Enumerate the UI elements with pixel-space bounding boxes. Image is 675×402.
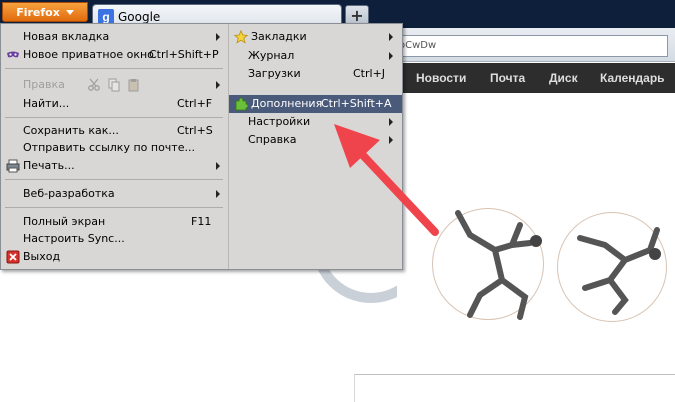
menu-item-label: Выход	[23, 250, 61, 263]
menu-item-downloads[interactable]: Загрузки Ctrl+J	[229, 65, 402, 83]
google-nav-news[interactable]: Новости	[416, 71, 466, 85]
menu-item-shortcut: Ctrl+F	[177, 97, 213, 110]
app-menu-left-column: Новая вкладка Новое приватное окно Ctrl+…	[1, 24, 227, 269]
submenu-arrow-icon	[216, 33, 220, 41]
menu-item-shortcut: Ctrl+Shift+A	[321, 97, 392, 110]
menu-item-label: Правка	[23, 78, 65, 91]
submenu-arrow-icon	[389, 33, 393, 41]
menu-item-new-tab[interactable]: Новая вкладка	[1, 28, 227, 46]
google-search-input[interactable]	[354, 374, 675, 402]
menu-item-edit: Правка	[1, 76, 227, 94]
submenu-arrow-icon	[216, 81, 220, 89]
menu-item-label: Полный экран	[23, 215, 106, 228]
menu-separator	[5, 207, 223, 208]
paste-icon	[128, 79, 139, 92]
menu-item-shortcut: Ctrl+Shift+P	[149, 48, 219, 61]
submenu-arrow-icon	[216, 190, 220, 198]
menu-item-label: Найти...	[23, 97, 70, 110]
menu-item-label: Отправить ссылку по почте...	[23, 141, 195, 154]
menu-item-exit[interactable]: Выход	[1, 248, 227, 266]
menu-item-fullscreen[interactable]: Полный экран F11	[1, 213, 227, 231]
exit-icon	[6, 250, 20, 264]
private-mask-icon	[7, 51, 19, 58]
firefox-menu-label: Firefox	[16, 5, 60, 19]
menu-item-label: Сохранить как...	[23, 124, 119, 137]
dropdown-arrow-icon	[65, 9, 74, 15]
menu-item-label: Загрузки	[248, 67, 301, 80]
puzzle-icon	[235, 97, 248, 111]
menu-item-private-window[interactable]: Новое приватное окно Ctrl+Shift+P	[1, 46, 227, 64]
menu-item-save-as[interactable]: Сохранить как... Ctrl+S	[1, 122, 227, 140]
menu-item-shortcut: Ctrl+J	[353, 67, 386, 80]
menu-item-label: Справка	[248, 133, 297, 146]
menu-item-send-link[interactable]: Отправить ссылку по почте...	[1, 139, 227, 157]
printer-icon	[6, 159, 20, 173]
doodle-figure-image[interactable]	[565, 210, 670, 322]
firefox-menu-button[interactable]: Firefox	[2, 2, 88, 22]
star-icon	[234, 30, 248, 44]
menu-item-history[interactable]: Журнал	[229, 47, 402, 65]
menu-item-label: Печать...	[23, 159, 75, 172]
menu-item-label: Настройки	[248, 115, 311, 128]
google-nav-mail[interactable]: Почта	[490, 71, 525, 85]
menu-separator	[5, 117, 223, 118]
tab-title: Google	[118, 9, 161, 24]
menu-item-setup-sync[interactable]: Настроить Sync...	[1, 230, 227, 248]
menu-item-web-developer[interactable]: Веб-разработка	[1, 185, 227, 203]
url-input[interactable]: oCwDw	[380, 35, 668, 57]
annotation-arrow	[334, 124, 439, 236]
menu-item-find[interactable]: Найти... Ctrl+F	[1, 95, 227, 113]
menu-item-label: Веб-разработка	[23, 187, 115, 200]
menu-item-label: Дополнения	[251, 97, 323, 110]
menu-separator	[5, 68, 223, 69]
menu-item-shortcut: Ctrl+S	[177, 124, 213, 137]
submenu-arrow-icon	[216, 162, 220, 170]
google-nav-calendar[interactable]: Календарь	[600, 71, 665, 85]
menu-item-label: Настроить Sync...	[23, 232, 125, 245]
menu-item-bookmarks[interactable]: Закладки	[229, 28, 402, 46]
menu-separator	[5, 179, 223, 180]
doodle-figure-image[interactable]	[440, 205, 550, 323]
menu-item-label: Журнал	[248, 49, 295, 62]
menu-item-label: Новое приватное окно	[23, 48, 154, 61]
menu-item-shortcut: F11	[191, 215, 212, 228]
google-nav-drive[interactable]: Диск	[549, 71, 578, 85]
submenu-arrow-icon	[389, 52, 393, 60]
copy-icon	[108, 78, 120, 92]
menu-item-label: Новая вкладка	[23, 30, 110, 43]
new-tab-button[interactable]: +	[345, 5, 369, 25]
menu-item-print[interactable]: Печать...	[1, 157, 227, 175]
scissors-icon	[88, 78, 100, 91]
menu-item-label: Закладки	[251, 30, 307, 43]
